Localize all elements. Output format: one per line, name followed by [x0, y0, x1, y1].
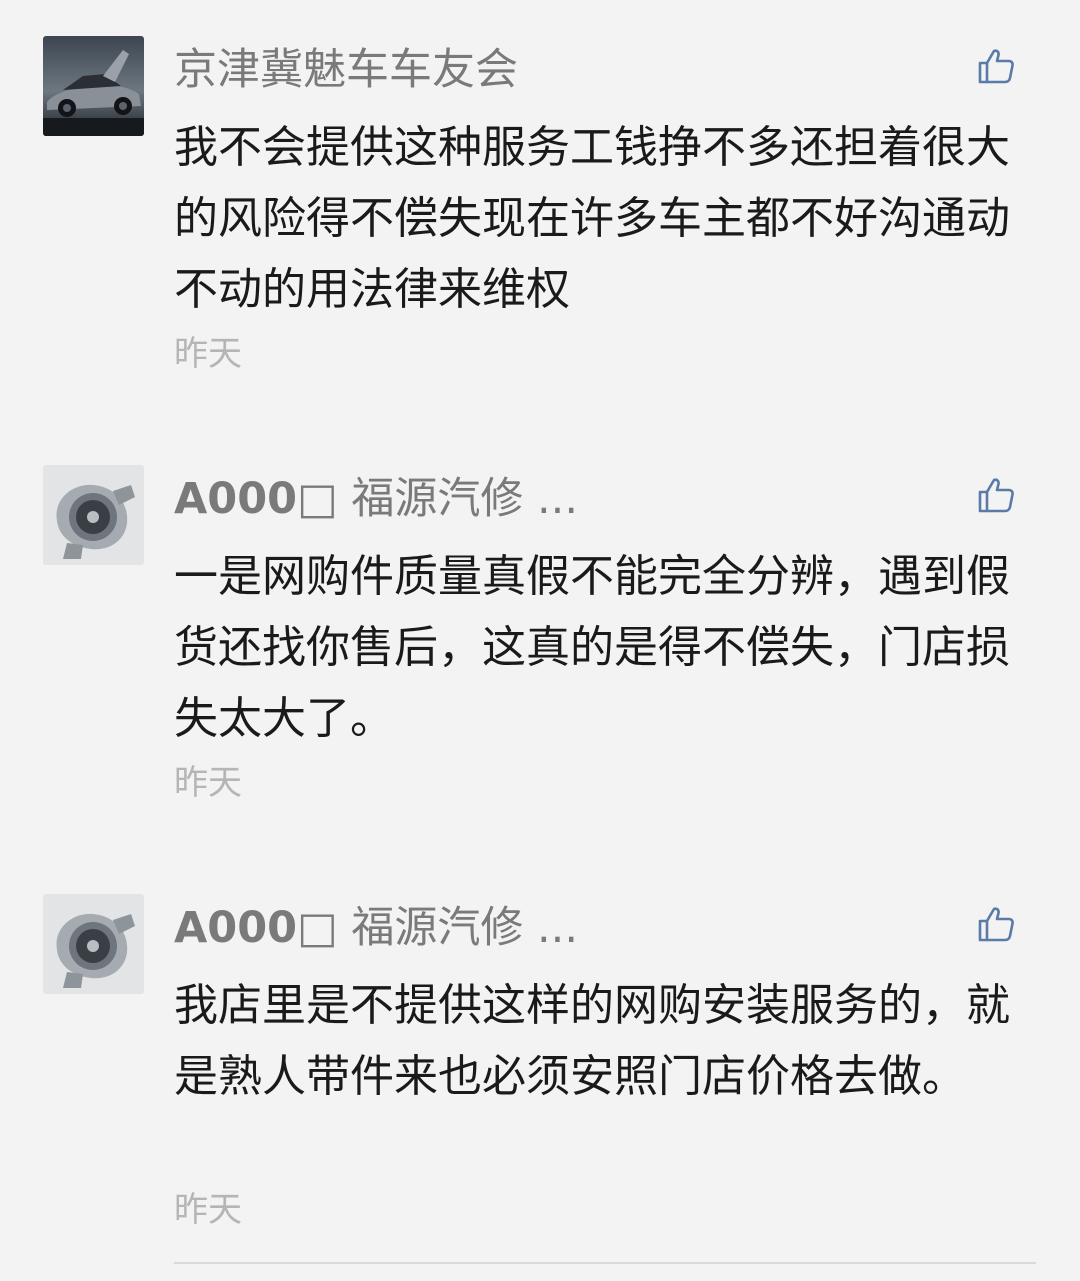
turbocharger-avatar[interactable]: [43, 465, 144, 565]
sports-car-image: [43, 36, 144, 136]
thumbs-up-icon[interactable]: [976, 46, 1016, 86]
sports-car-avatar[interactable]: [43, 36, 144, 136]
turbocharger-image: [43, 465, 144, 565]
nickname-prefix: A000: [174, 903, 298, 953]
thumbs-up-icon[interactable]: [976, 475, 1016, 515]
divider: [174, 1262, 1036, 1264]
nickname[interactable]: A000□ 福源汽修 ...: [174, 469, 578, 529]
comment-time: 昨天: [174, 334, 242, 374]
nickname[interactable]: A000□ 福源汽修 ...: [174, 898, 578, 958]
comment-time: 昨天: [174, 763, 242, 803]
turbocharger-avatar[interactable]: [43, 894, 144, 994]
comment-text: 我不会提供这种服务工钱挣不多还担着很大的风险得不偿失现在许多车主都不好沟通动不动…: [174, 122, 1010, 315]
thumbs-up-icon[interactable]: [976, 904, 1016, 944]
nickname-prefix: A000: [174, 474, 298, 524]
comment-time: 昨天: [174, 1190, 242, 1230]
nickname-text: □ 福源汽修 ...: [297, 903, 579, 953]
nickname-text: □ 福源汽修 ...: [297, 474, 579, 524]
comment-text: 一是网购件质量真假不能完全分辨，遇到假货还找你售后，这真的是得不偿失，门店损失太…: [174, 551, 1010, 744]
nickname-text: 京津冀魅车车友会: [174, 45, 518, 95]
comment-text: 我店里是不提供这样的网购安装服务的，就是熟人带件来也必须安照门店价格去做。: [174, 980, 1010, 1102]
nickname[interactable]: 京津冀魅车车友会: [174, 40, 518, 100]
turbocharger-image: [43, 894, 144, 994]
